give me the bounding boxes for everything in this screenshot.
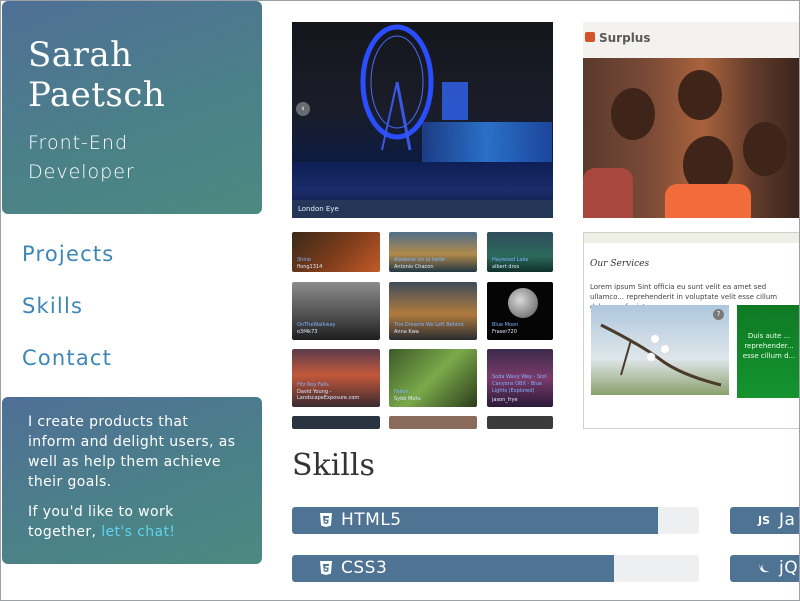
- surplus-header: Surplus: [583, 22, 800, 58]
- child-face: [611, 88, 655, 140]
- thumb-title: OnTheWalkway: [297, 322, 336, 328]
- gallery-thumb-12[interactable]: [487, 416, 553, 429]
- branch-image: [600, 323, 722, 387]
- gallery-thumb-4[interactable]: OnTheWalkway o3f4k73: [292, 282, 380, 340]
- skill-bar-css3: CSS3: [292, 555, 699, 582]
- surplus-logo-icon: [585, 32, 595, 42]
- project-gallery-preview[interactable]: ‹ London Eye: [292, 22, 553, 218]
- nav-item-skills[interactable]: Skills: [22, 292, 114, 344]
- tower-image: [442, 82, 468, 120]
- child-face: [678, 70, 722, 120]
- profile-card: Sarah Paetsch Front-End Developer: [2, 1, 262, 214]
- thumb-title: Fitz Roy Falls: [297, 382, 329, 388]
- thumb-title: Aiadenar en la tarde: [394, 257, 446, 263]
- project-surplus-preview[interactable]: Surplus: [583, 22, 800, 218]
- jquery-icon: [759, 564, 769, 573]
- about-intro: I create products that inform and deligh…: [28, 414, 236, 490]
- blossom: [661, 345, 669, 353]
- thumb-title: Shine: [297, 257, 311, 263]
- gallery-caption: London Eye: [292, 200, 553, 218]
- thumb-title: Soda Wavy Way - Slot Canyons OBX - Blue …: [492, 374, 547, 394]
- thumb-author: Fraser720: [492, 329, 517, 335]
- moon-image: [508, 288, 538, 318]
- gallery-thumb-2[interactable]: Aiadenar en la tarde Antonio Chacon: [389, 232, 477, 272]
- css3-icon: [320, 561, 332, 575]
- project-surplus-services-preview[interactable]: Our Services Lorem ipsum Sint officia eu…: [583, 232, 800, 429]
- about-card: I create products that inform and deligh…: [2, 397, 262, 564]
- blossom: [647, 353, 655, 361]
- blossom-photo: ?: [591, 305, 729, 395]
- role-line-2: Developer: [28, 161, 135, 183]
- thumb-author: Antonio Chacon: [394, 264, 434, 270]
- green-panel-text: Duis aute ... reprehender... esse cillum…: [742, 332, 796, 360]
- surplus-logo: Surplus: [599, 31, 651, 45]
- gallery-thumb-9[interactable]: Soda Wavy Way - Slot Canyons OBX - Blue …: [487, 349, 553, 407]
- thumb-title: Fallen: [394, 389, 409, 395]
- blossom: [651, 335, 659, 343]
- skills-heading: Skills: [292, 448, 375, 483]
- thumb-author: Sybb Mutu: [394, 396, 421, 402]
- child-face: [743, 122, 787, 176]
- prev-arrow-icon[interactable]: ‹: [296, 102, 310, 116]
- orange-shirt: [665, 184, 751, 218]
- gallery-thumb-5[interactable]: The Dreams We Left Behind Anna Kwa: [389, 282, 477, 340]
- skill-name: Ja: [779, 510, 796, 530]
- main-nav: Projects Skills Contact: [22, 240, 114, 396]
- thumb-title: Blue Moon: [492, 322, 519, 328]
- thumb-author: o3f4k73: [297, 329, 318, 335]
- skill-bar-jquery: jQ: [730, 555, 800, 582]
- first-name: Sarah: [28, 35, 133, 75]
- green-services-panel: Duis aute ... reprehender... esse cillum…: [737, 305, 799, 398]
- profile-name: Sarah Paetsch: [28, 35, 236, 115]
- thumb-author: albert dros: [492, 264, 520, 270]
- about-cta: If you'd like to work together, let's ch…: [28, 502, 236, 542]
- skill-bar-html5: HTML5: [292, 507, 699, 534]
- thumb-title: Haywood Lake: [492, 257, 529, 263]
- children-photo: [583, 58, 800, 218]
- role-line-1: Front-End: [28, 132, 129, 154]
- gallery-thumb-8[interactable]: Fallen Sybb Mutu: [389, 349, 477, 407]
- skill-name: jQ: [779, 558, 799, 578]
- thumb-author: David Young - LandscapeExposure.com: [297, 389, 360, 401]
- gallery-thumb-3[interactable]: Haywood Lake albert dros: [487, 232, 553, 272]
- thumb-title: The Dreams We Left Behind: [394, 322, 464, 328]
- ferris-wheel-image: [360, 24, 434, 151]
- last-name: Paetsch: [28, 75, 166, 115]
- javascript-icon: JS: [758, 514, 771, 527]
- thumb-author: jason_frye: [492, 397, 518, 403]
- nav-item-contact[interactable]: Contact: [22, 344, 114, 396]
- gallery-thumb-11[interactable]: [389, 416, 477, 429]
- red-shirt: [583, 168, 633, 218]
- thumb-author: Anna Kwa: [394, 329, 419, 335]
- profile-role: Front-End Developer: [28, 129, 236, 187]
- skill-name: CSS3: [341, 558, 388, 578]
- skill-name: HTML5: [341, 510, 402, 530]
- nav-item-projects[interactable]: Projects: [22, 240, 114, 292]
- skill-bar-javascript: JS Ja: [730, 507, 800, 534]
- html5-icon: [320, 513, 332, 527]
- gallery-thumb-1[interactable]: Shine flong1314: [292, 232, 380, 272]
- help-icon[interactable]: ?: [713, 309, 724, 320]
- gallery-thumb-6[interactable]: Blue Moon Fraser720: [487, 282, 553, 340]
- gallery-thumb-10[interactable]: [292, 416, 380, 429]
- gallery-thumb-7[interactable]: Fitz Roy Falls David Young - LandscapeEx…: [292, 349, 380, 407]
- services-heading: Our Services: [590, 259, 650, 269]
- services-top-strip: [584, 233, 799, 243]
- thumb-author: flong1314: [297, 264, 323, 270]
- chat-link[interactable]: let's chat!: [101, 524, 175, 540]
